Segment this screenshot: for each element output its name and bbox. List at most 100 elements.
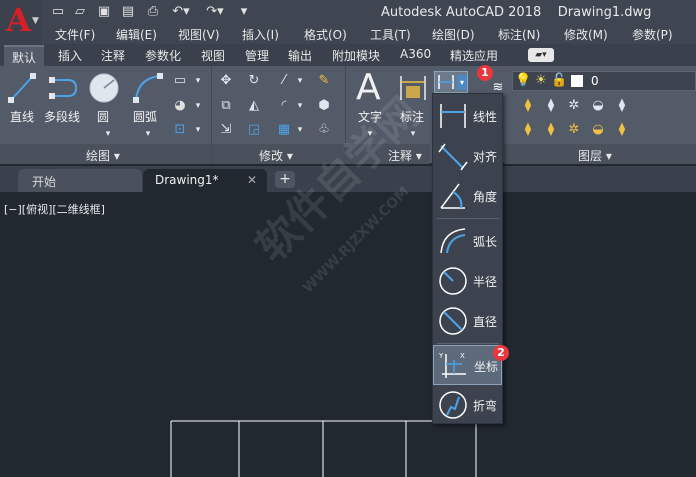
polyline-button[interactable]: 多段线 [44,108,80,125]
tab-addins[interactable]: 附加模块 [332,47,380,64]
menu-bar: 文件(F) 编辑(E) 视图(V) 插入(I) 格式(O) 工具(T) 绘图(D… [42,24,696,44]
rectangle-icon[interactable]: ▭ [172,73,188,89]
tab-featured-apps[interactable]: 精选应用 [450,47,498,64]
layers-panel-title[interactable]: 图层 ▾ [578,147,612,164]
layer-off-icon[interactable]: ◒ [590,98,606,114]
chevron-down-icon[interactable]: ▾ [292,122,308,138]
chevron-down-icon[interactable]: ▾ [190,98,206,114]
aligned-icon [438,143,468,171]
chevron-down-icon[interactable]: ▾ [140,126,156,142]
linear-icon [440,104,466,128]
tab-manage[interactable]: 管理 [245,47,269,64]
line-button[interactable]: 直线 [10,108,34,125]
menu-view[interactable]: 视图(V) [178,26,220,43]
customize-icon[interactable]: ▾ [236,4,252,20]
tab-view[interactable]: 视图 [201,47,225,64]
tab-parametric[interactable]: 参数化 [145,47,181,64]
open-icon[interactable]: ▱ [72,4,88,20]
menu-parametric[interactable]: 参数(P) [632,26,673,43]
boundary-icon[interactable]: ⊡ [172,122,188,138]
close-icon[interactable]: ✕ [247,173,257,187]
tab-a360[interactable]: A360 [400,47,431,61]
chevron-down-icon[interactable]: ▾ [100,126,116,142]
chevron-down-icon[interactable]: ▾ [190,73,206,89]
layer-thaw-icon[interactable]: ✲ [566,122,582,138]
chevron-down-icon[interactable]: ▾ [292,98,308,114]
layer-on-icon[interactable]: ◒ [590,122,606,138]
menu-file[interactable]: 文件(F) [55,26,95,43]
mirror-icon[interactable]: ◭ [246,98,262,114]
line-icon [8,73,36,103]
draw-panel-title[interactable]: 绘图 ▾ [86,147,120,164]
erase-icon[interactable]: ✎ [316,73,332,89]
linear-dimension-split-button[interactable]: ▾ [434,71,468,93]
linear-dimension-icon [438,75,454,89]
menu-draw[interactable]: 绘图(D) [432,26,475,43]
layer-previous-icon[interactable]: ⧫ [543,122,559,138]
undo-icon[interactable]: ↶▾ [170,4,192,20]
menu-dimension[interactable]: 标注(N) [498,26,540,43]
copy-icon[interactable]: ⧉ [218,98,234,114]
fillet-icon[interactable]: ◜ [276,98,292,114]
layer-unlock-icon[interactable]: ⧫ [614,122,630,138]
stretch-icon[interactable]: ⇲ [218,122,234,138]
layer-isolate-icon[interactable]: ⧫ [543,98,559,114]
ribbon-options-icon[interactable]: ▰▾ [528,48,554,62]
menu-edit[interactable]: 编辑(E) [116,26,157,43]
layer-selector[interactable]: 💡 ☀ 🔓 0 [512,71,696,91]
array-icon[interactable]: ▦ [276,122,292,138]
circle-icon [89,73,119,103]
dim-angular-item[interactable]: 角度 [433,176,502,216]
dim-arc-length-label: 弧长 [473,235,498,249]
layer-freeze-icon[interactable]: ✲ [566,98,582,114]
tab-insert[interactable]: 插入 [58,47,82,64]
layer-color-swatch [571,75,583,87]
menu-modify[interactable]: 修改(M) [564,26,608,43]
dim-arc-length-item[interactable]: 弧长 [433,221,502,261]
window-title: Autodesk AutoCAD 2018 Drawing1.dwg [381,5,652,20]
layer-lock-icon[interactable]: ⧫ [614,98,630,114]
current-layer-name: 0 [591,74,599,88]
modify-panel-title[interactable]: 修改 ▾ [259,147,293,164]
tab-annotate[interactable]: 注释 [101,47,125,64]
menu-format[interactable]: 格式(O) [304,26,347,43]
hatch-icon[interactable]: ◕ [172,98,188,114]
chevron-down-icon: ▼ [32,16,39,26]
layer-match-icon[interactable]: ⧫ [520,122,536,138]
menu-tools[interactable]: 工具(T) [370,26,411,43]
move-icon[interactable]: ✥ [218,73,234,89]
redo-icon[interactable]: ↷▾ [204,4,226,20]
chevron-down-icon[interactable]: ▾ [292,73,308,89]
save-icon[interactable]: ▣ [96,4,112,20]
dim-jogged-label: 折弯 [473,399,498,413]
rotate-icon[interactable]: ↻ [246,73,262,89]
explode-icon[interactable]: ⬢ [316,98,332,114]
arc-length-icon [440,228,466,254]
offset-icon[interactable]: ♧ [316,122,332,138]
chevron-down-icon[interactable]: ▾ [190,122,206,138]
tab-drawing1[interactable]: Drawing1* ✕ [143,169,267,192]
tab-default[interactable]: 默认 [4,45,45,66]
print-icon[interactable]: ⎙ [145,4,161,20]
viewport-controls[interactable]: [−][俯视][二维线框] [4,201,105,217]
dim-jogged-item[interactable]: 折弯 [433,385,502,425]
arc-button[interactable]: 圆弧 [133,108,157,125]
circle-button[interactable]: 圆 [97,108,109,125]
chevron-down-icon[interactable]: ▾ [457,75,467,90]
menu-insert[interactable]: 插入(I) [242,26,279,43]
dim-aligned-item[interactable]: 对齐 [433,136,502,176]
dim-ordinate-item[interactable]: Y X 坐标 [433,345,502,385]
dim-radius-item[interactable]: 半径 [433,261,502,301]
dim-linear-item[interactable]: 线性 [433,96,502,136]
application-menu-button[interactable]: A ▼ [0,0,42,44]
tab-start[interactable]: 开始 [18,169,142,192]
trim-icon[interactable]: ⁄ [276,73,292,89]
scale-icon[interactable]: ◲ [246,122,262,138]
menu-divider [437,343,499,344]
new-icon[interactable]: ▭ [50,4,66,20]
saveas-icon[interactable]: ▤ [120,4,136,20]
dim-diameter-item[interactable]: 直径 [433,301,502,341]
layer-properties-icon[interactable]: ⧫ [520,98,536,114]
tab-output[interactable]: 输出 [288,47,312,64]
title-bar: ▭ ▱ ▣ ▤ ⎙ ↶▾ ↷▾ ▾ Autodesk AutoCAD 2018 … [0,0,696,27]
